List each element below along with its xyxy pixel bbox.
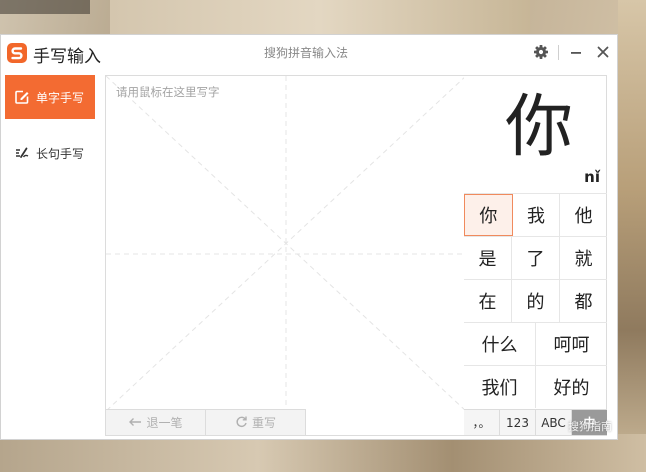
preview-character: 你: [504, 88, 573, 167]
candidate-item[interactable]: 都: [560, 280, 607, 322]
window-title: 手写输入: [33, 47, 101, 67]
candidate-item[interactable]: 是: [464, 237, 512, 279]
sidebar-item-long-sentence[interactable]: 长句手写: [5, 131, 95, 175]
candidate-item[interactable]: 在: [464, 280, 512, 322]
sidebar-item-single-char[interactable]: 单字手写: [5, 75, 95, 119]
candidate-row: 我们 好的: [464, 365, 607, 408]
ime-name-label: 搜狗拼音输入法: [263, 46, 348, 60]
mode-letters[interactable]: ABC: [536, 410, 572, 435]
canvas-guide-lines: [106, 76, 466, 412]
handwriting-input-window: 手写输入 搜狗拼音输入法 单字手写 长句手写 请用鼠标在这里写字 退一笔 重写 …: [0, 34, 618, 440]
titlebar-divider: [558, 45, 559, 60]
rewrite-label: 重写: [251, 416, 276, 430]
sidebar-item-label: 长句手写: [36, 147, 85, 161]
character-preview: 你 nǐ: [464, 76, 607, 193]
handwriting-canvas[interactable]: 请用鼠标在这里写字 退一笔 重写: [105, 75, 466, 436]
candidate-item[interactable]: 就: [560, 237, 607, 279]
candidate-item[interactable]: 什么: [464, 323, 536, 365]
candidate-item[interactable]: 的: [512, 280, 560, 322]
candidate-item[interactable]: 我们: [464, 366, 536, 408]
candidate-item[interactable]: 你: [464, 194, 513, 236]
sogou-s-logo-icon: [7, 43, 27, 63]
candidate-item[interactable]: 他: [560, 194, 607, 236]
close-icon[interactable]: [594, 43, 612, 61]
handwrite-line-icon: [14, 145, 30, 161]
rewrite-button[interactable]: 重写: [206, 409, 306, 435]
background-photo: [110, 0, 530, 36]
canvas-hint: 请用鼠标在这里写字: [116, 85, 220, 99]
candidate-row: 什么 呵呵: [464, 322, 607, 365]
candidate-item[interactable]: 了: [512, 237, 560, 279]
candidate-row: 你 我 他: [464, 193, 607, 236]
watermark-text: 搜狗指南: [568, 420, 612, 433]
edit-square-icon: [14, 89, 30, 105]
mode-punctuation[interactable]: ，。: [464, 410, 500, 435]
sidebar: 单字手写 长句手写: [1, 71, 101, 439]
canvas-actions: 退一笔 重写: [106, 409, 306, 435]
candidate-row: 是 了 就: [464, 236, 607, 279]
preview-pinyin: nǐ: [584, 168, 600, 186]
background-photo: [618, 0, 646, 472]
candidate-item[interactable]: 好的: [536, 366, 607, 408]
refresh-icon: [235, 415, 248, 431]
candidate-panel: 你 nǐ 你 我 他 是 了 就 在 的 都 什么 呵呵 我们 好的 ，。 12…: [464, 75, 607, 436]
mode-numbers[interactable]: 123: [500, 410, 536, 435]
minimize-icon[interactable]: [567, 43, 585, 61]
sidebar-item-label: 单字手写: [36, 91, 85, 105]
background-photo: [0, 0, 90, 14]
candidate-item[interactable]: 我: [513, 194, 561, 236]
candidate-row: 在 的 都: [464, 279, 607, 322]
back-arrow-icon: [128, 416, 142, 430]
undo-stroke-button[interactable]: 退一笔: [106, 409, 206, 435]
gear-icon[interactable]: [532, 43, 550, 61]
candidate-item[interactable]: 呵呵: [536, 323, 607, 365]
title-bar[interactable]: 手写输入 搜狗拼音输入法: [1, 35, 617, 71]
undo-stroke-label: 退一笔: [146, 416, 183, 430]
